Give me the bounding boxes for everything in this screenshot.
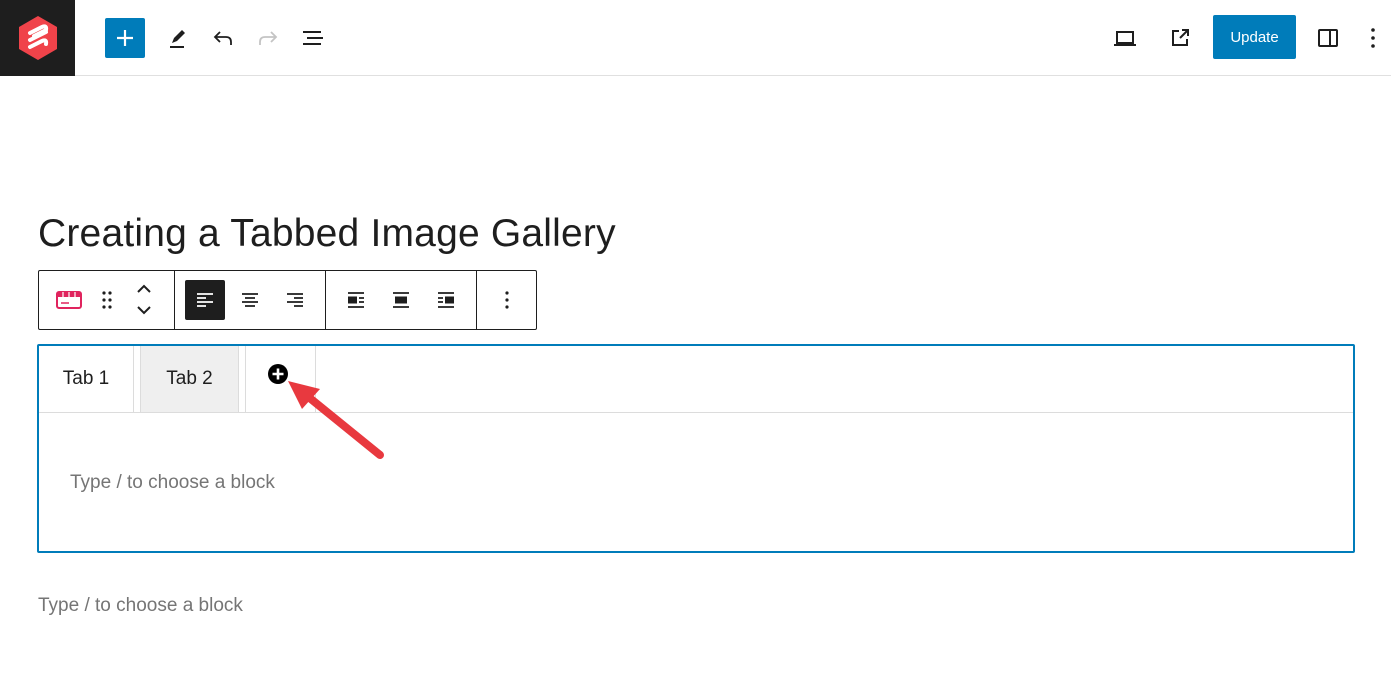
wrap-right-button[interactable] xyxy=(426,280,466,320)
redo-button[interactable] xyxy=(248,18,288,58)
align-right-icon xyxy=(287,293,303,307)
wrap-right-icon xyxy=(438,292,454,308)
wordpress-site-logo-icon xyxy=(18,16,57,60)
align-left-icon xyxy=(197,293,213,307)
drag-handle-button[interactable] xyxy=(87,280,127,320)
desktop-preview-icon xyxy=(1114,31,1136,46)
wrap-center-button[interactable] xyxy=(381,280,421,320)
post-title[interactable]: Creating a Tabbed Image Gallery xyxy=(38,212,616,256)
move-down-button[interactable] xyxy=(125,300,163,320)
chevron-up-icon xyxy=(137,284,151,293)
tab-content-placeholder[interactable]: Type / to choose a block xyxy=(70,472,275,494)
align-center-icon xyxy=(242,293,258,307)
add-tab-button[interactable] xyxy=(245,346,316,413)
wrap-left-button[interactable] xyxy=(336,280,376,320)
block-appender-placeholder[interactable]: Type / to choose a block xyxy=(38,595,243,617)
settings-button[interactable] xyxy=(1308,18,1348,58)
align-left-button[interactable] xyxy=(185,280,225,320)
tab-2[interactable]: Tab 2 xyxy=(140,346,239,413)
view-post-button[interactable] xyxy=(1160,18,1200,58)
list-view-icon xyxy=(303,31,323,45)
tab-label: Tab 1 xyxy=(62,368,110,389)
site-logo-button[interactable] xyxy=(0,0,75,76)
more-vertical-icon xyxy=(1371,28,1375,48)
external-link-icon xyxy=(1172,29,1189,46)
pencil-icon xyxy=(170,30,185,48)
tab-label: Tab 2 xyxy=(166,368,213,389)
update-button[interactable]: Update xyxy=(1213,15,1296,59)
align-right-button[interactable] xyxy=(275,280,315,320)
sidebar-settings-icon xyxy=(1318,29,1338,47)
more-vertical-icon xyxy=(505,291,509,309)
plus-circle-icon xyxy=(268,364,288,384)
tabs-block-icon xyxy=(56,291,82,309)
wrap-center-icon xyxy=(393,292,409,308)
align-center-button[interactable] xyxy=(230,280,270,320)
block-type-button[interactable] xyxy=(49,280,89,320)
tabs-block[interactable]: Tab 1 Tab 2 Type / to choose a block xyxy=(37,344,1355,553)
toolbar-divider xyxy=(325,271,326,329)
preview-button[interactable] xyxy=(1105,18,1145,58)
chevron-down-icon xyxy=(137,306,151,315)
block-options-button[interactable] xyxy=(487,280,527,320)
block-toolbar xyxy=(38,270,537,330)
plus-icon xyxy=(117,30,133,46)
undo-button[interactable] xyxy=(203,18,243,58)
block-inserter-button[interactable] xyxy=(105,18,145,58)
undo-icon xyxy=(213,31,232,45)
tools-button[interactable] xyxy=(158,18,198,58)
redo-icon xyxy=(259,31,278,45)
options-button[interactable] xyxy=(1358,18,1388,58)
toolbar-divider xyxy=(174,271,175,329)
toolbar-divider xyxy=(476,271,477,329)
move-up-button[interactable] xyxy=(125,279,163,299)
wrap-left-icon xyxy=(348,292,364,308)
editor-header: Update xyxy=(0,0,1391,76)
drag-handle-icon xyxy=(102,291,112,309)
list-view-button[interactable] xyxy=(293,18,333,58)
tab-1[interactable]: Tab 1 xyxy=(39,346,134,413)
